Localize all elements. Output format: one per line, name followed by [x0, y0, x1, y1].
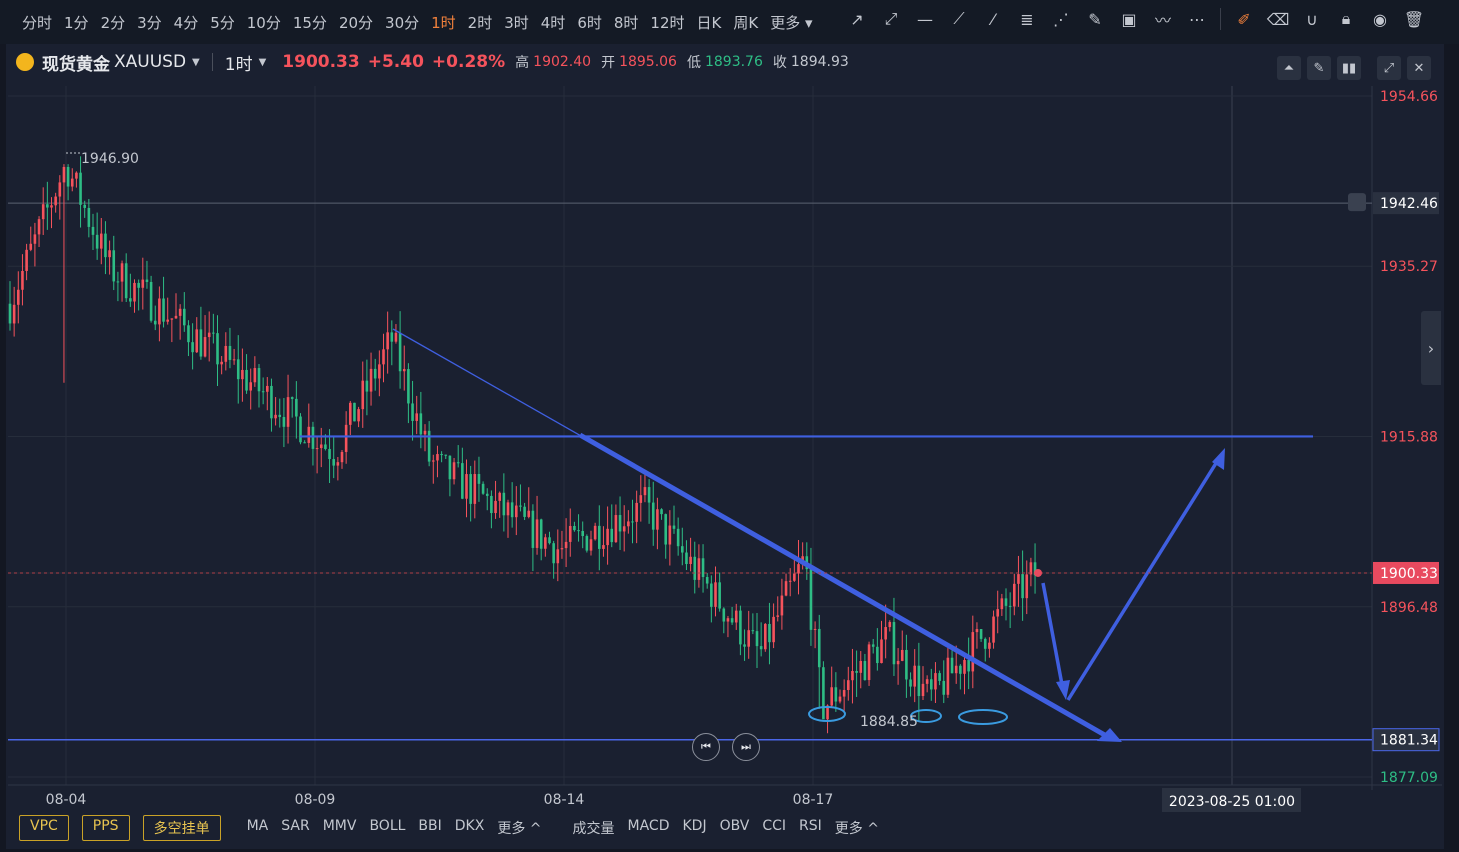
sub-indicator-item[interactable]: KDJ [682, 818, 706, 838]
interval-selector: 分时 1分 2分 3分 4分 5分 10分 15分 20分 30分 1时 2时 3时 4时 6时 8时 12时日… [0, 12, 825, 33]
interval-tab[interactable]: 10分 [247, 12, 281, 33]
top-toolbar: 分时 1分 2分 3分 4分 5分 10分 15分 20分 30分 1时 2时 3时 4时 6时 8时 12时日… [0, 0, 1459, 44]
interval-tab[interactable]: 更多 ▾ [770, 12, 812, 33]
main-indicator-item[interactable]: DKX [455, 818, 485, 838]
interval-tab[interactable]: 日K [697, 12, 722, 33]
magnet-icon[interactable]: ∪ [1301, 8, 1323, 30]
eraser-icon[interactable]: ⌫ [1267, 8, 1290, 30]
indicator-pill[interactable]: 多空挂单 [142, 815, 221, 841]
scroll-start-button[interactable]: ⏮ [692, 733, 720, 761]
main-indicator-item[interactable]: BOLL [369, 818, 405, 838]
sub-indicators: 成交量 MACD KDJ OBV CCI RSI 更多 ^ [573, 818, 892, 838]
interval-tab[interactable]: 3时 [504, 12, 529, 33]
interval-tab[interactable]: 1分 [64, 12, 89, 33]
horizontal-line-icon[interactable]: — [914, 8, 936, 30]
sub-indicator-item[interactable]: RSI [799, 818, 822, 838]
eye-icon[interactable]: ◉ [1369, 8, 1391, 30]
indicator-pills: VPC PPS 多空挂单 [14, 815, 229, 841]
edit-icon[interactable]: ✐ [1233, 8, 1255, 30]
indicator-pill[interactable]: PPS [81, 815, 130, 841]
chart-controls: ⏶ ✎ ▮▮ ⤢ ✕ [0, 56, 1459, 82]
more-tools-icon[interactable]: ⋯ [1186, 8, 1208, 30]
main-indicator-item[interactable]: SAR [281, 818, 309, 838]
interval-tab[interactable]: 1时 [431, 12, 456, 33]
sub-indicator-item[interactable]: 成交量 [573, 818, 615, 838]
interval-tab[interactable]: 12时 [650, 12, 684, 33]
main-indicator-item[interactable]: 更多 ^ [497, 818, 541, 838]
trash-icon[interactable]: 🗑︎ [1403, 8, 1425, 30]
interval-tab[interactable]: 6时 [577, 12, 602, 33]
pattern-icon[interactable]: 〰 [1152, 8, 1174, 30]
main-indicator-item[interactable]: MA [247, 818, 269, 838]
main-indicators: MA SAR MMV BOLL BBI DKX 更多 ^ [247, 818, 555, 838]
chevron-right-icon[interactable]: › [1421, 311, 1441, 385]
brush-icon[interactable]: ✎ [1084, 8, 1106, 30]
close-icon[interactable]: ✕ [1407, 56, 1431, 80]
sub-indicator-item[interactable]: CCI [762, 818, 786, 838]
interval-tab[interactable]: 8时 [614, 12, 639, 33]
ray-icon[interactable]: ⤢ [880, 8, 902, 30]
main-indicator-item[interactable]: MMV [323, 818, 357, 838]
sub-indicator-item[interactable]: MACD [628, 818, 670, 838]
chart-type-icon[interactable]: ⏶ [1277, 56, 1301, 80]
interval-tab[interactable]: 4时 [541, 12, 566, 33]
trend-line-icon[interactable]: ↗ [846, 8, 868, 30]
image-icon[interactable]: ▣ [1118, 8, 1140, 30]
interval-tab[interactable]: 30分 [385, 12, 419, 33]
candles-icon[interactable]: ▮▮ [1337, 56, 1361, 80]
main-indicator-item[interactable]: BBI [418, 818, 441, 838]
draw-toggle-icon[interactable]: ✎ [1307, 56, 1331, 80]
interval-tab[interactable]: 4分 [174, 12, 199, 33]
interval-tab[interactable]: 2时 [468, 12, 493, 33]
scroll-end-button[interactable]: ⏭ [732, 733, 760, 761]
drawing-tools: ↗ ⤢ — ⟋ ⁄ ≣ ⋰ ✎ ▣ 〰 ⋯ ✐ ⌫ ∪ 🔒︎ ◉ 🗑︎ [834, 8, 1425, 30]
lock-icon[interactable]: 🔒︎ [1335, 8, 1357, 30]
interval-tab[interactable]: 5分 [210, 12, 235, 33]
fibonacci-icon[interactable]: ≣ [1016, 8, 1038, 30]
interval-tab[interactable]: 15分 [293, 12, 327, 33]
sub-indicator-item[interactable]: 更多 ^ [835, 818, 879, 838]
sub-indicator-item[interactable]: OBV [720, 818, 750, 838]
toolbar-divider [1220, 8, 1221, 30]
interval-tab[interactable]: 分时 [22, 12, 52, 33]
extended-line-icon[interactable]: ⁄ [982, 8, 1004, 30]
segment-icon[interactable]: ⟋ [948, 8, 970, 30]
fan-icon[interactable]: ⋰ [1050, 8, 1072, 30]
interval-tab[interactable]: 2分 [101, 12, 126, 33]
indicator-bar: VPC PPS 多空挂单 MA SAR MMV BOLL BBI DKX 更多 ^ 成交量 MAC… [14, 814, 892, 842]
interval-tab[interactable]: 20分 [339, 12, 373, 33]
interval-tab[interactable]: 3分 [137, 12, 162, 33]
indicator-pill[interactable]: VPC [19, 815, 69, 841]
interval-tab[interactable]: 周K [733, 12, 758, 33]
chart-panel [6, 44, 1444, 849]
fullscreen-icon[interactable]: ⤢ [1377, 56, 1401, 80]
